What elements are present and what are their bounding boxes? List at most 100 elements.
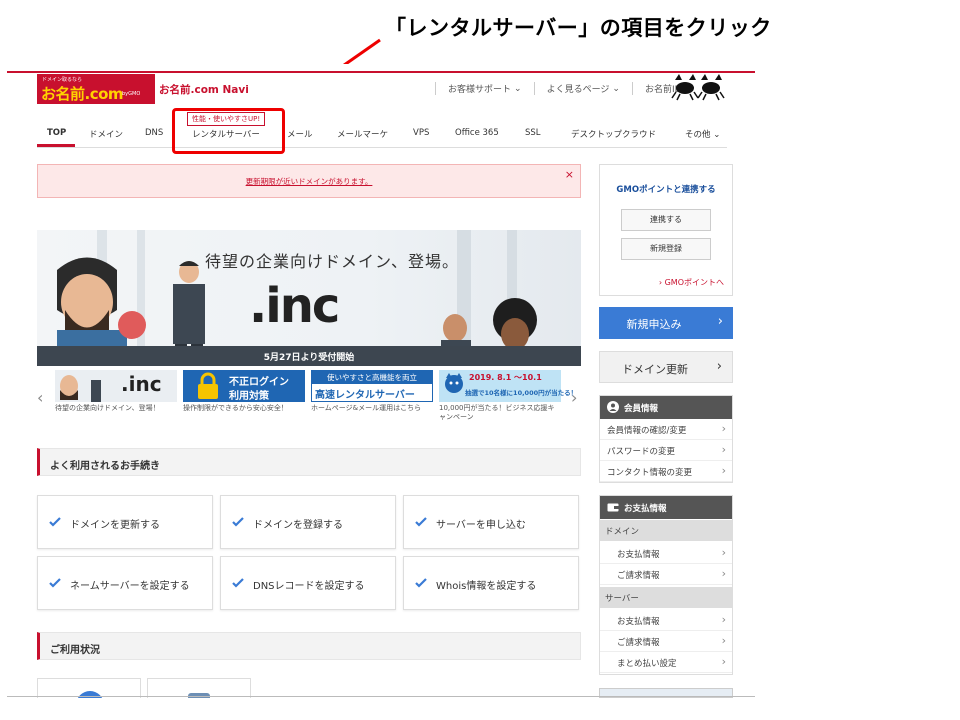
logo-tagline: ドメイン取るなら — [42, 77, 83, 83]
set-dns-record-button[interactable]: DNSレコードを設定する — [220, 556, 396, 610]
thumb-server-line1: 使いやすさと高機能を両立 — [312, 371, 432, 384]
carousel-caption-inc: 待望の企業向けドメイン、登場！ — [55, 404, 160, 412]
nav-more[interactable]: その他 ⌄ — [685, 128, 720, 140]
usage-heading-text: ご利用状況 — [50, 645, 100, 656]
nav-domain[interactable]: ドメイン — [89, 128, 123, 140]
register-domain-button[interactable]: ドメインを登録する — [220, 495, 396, 549]
gmo-link-button[interactable]: 連携する — [621, 209, 711, 231]
check-icon — [232, 578, 244, 588]
hero-date-band: 5月27日より受付開始 — [37, 346, 581, 366]
top-red-rule — [7, 71, 755, 73]
cat-mascot-icon — [445, 373, 463, 393]
user-icon — [607, 401, 619, 413]
nav-dns[interactable]: DNS — [145, 128, 163, 138]
hero-tld: .inc — [249, 278, 340, 334]
chevron-right-icon: › — [721, 443, 726, 456]
renew-domain-button[interactable]: ドメインを更新する — [37, 495, 213, 549]
thumb-campaign-line1: 2019. 8.1 ～10.1 — [469, 373, 542, 382]
nav-mail[interactable]: メール — [287, 128, 313, 140]
nav-vps[interactable]: VPS — [413, 128, 429, 138]
procedures-heading: よく利用されるお手続き — [37, 448, 581, 476]
bulk-payment-settings-link[interactable]: まとめ払い設定 › — [599, 652, 733, 673]
nav-mail-marketing[interactable]: メールマーケ — [337, 128, 388, 140]
wallet-icon — [607, 503, 619, 512]
contact-info-change-link[interactable]: コンタクト情報の変更 › — [599, 461, 733, 482]
gmo-points-title: GMOポイントと連携する — [616, 185, 716, 195]
password-change-link[interactable]: パスワードの変更 › — [599, 440, 733, 461]
carousel-prev-button[interactable]: ‹ — [37, 388, 43, 407]
new-order-button[interactable]: 新規申込み › — [599, 307, 733, 339]
payment-info-heading: お支払情報 — [599, 495, 733, 519]
check-icon — [415, 578, 427, 588]
chevron-right-icon: › — [721, 464, 726, 477]
domain-renew-button[interactable]: ドメイン更新 › — [599, 351, 733, 383]
domain-payment-info-link[interactable]: お支払情報 › — [599, 543, 733, 564]
renewal-alert-link[interactable]: 更新期限が近いドメインがあります。 — [38, 176, 580, 187]
carousel-thumb-server[interactable]: 使いやすさと高機能を両立 高速レンタルサーバー — [311, 370, 433, 402]
screenshot-frame: ドメイン取るなら お名前.com byGMO お名前.com Navi お客様サ… — [7, 64, 755, 698]
member-info-edit-link[interactable]: 会員情報の確認/変更 › — [599, 419, 733, 440]
member-info-heading: 会員情報 — [599, 395, 733, 419]
logo-wordmark: お名前.com — [41, 85, 124, 103]
logo-gmo: byGMO — [122, 91, 141, 97]
rental-server-highlight — [172, 108, 285, 154]
header-links: お客様サポート ⌄ よく見るページ ⌄ お名前ID — [435, 82, 694, 95]
nav-ssl[interactable]: SSL — [525, 128, 541, 138]
carousel-thumb-inc[interactable]: .inc — [55, 370, 177, 402]
server-billing-info-link[interactable]: ご請求情報 › — [599, 631, 733, 652]
thumb-inc-text: .inc — [121, 372, 162, 396]
chevron-right-icon: › — [721, 567, 726, 580]
check-icon — [232, 517, 244, 527]
thumb-login-line1: 不正ログイン — [229, 377, 289, 388]
check-icon — [49, 517, 61, 527]
nav-active-indicator — [37, 144, 75, 147]
usage-heading: ご利用状況 — [37, 632, 581, 660]
apply-server-button[interactable]: サーバーを申し込む — [403, 495, 579, 549]
close-icon[interactable]: × — [565, 168, 574, 181]
set-nameserver-button[interactable]: ネームサーバーを設定する — [37, 556, 213, 610]
inc-thumb-illustration — [60, 375, 101, 402]
domain-billing-info-link[interactable]: ご請求情報 › — [599, 564, 733, 585]
chevron-right-icon: › — [717, 314, 723, 329]
thumb-login-line2: 利用対策 — [229, 391, 269, 402]
chevron-down-icon: ⌄ — [713, 130, 721, 140]
chevron-right-icon: › — [721, 422, 726, 435]
payment-server-label: サーバー — [599, 587, 733, 608]
chevron-right-icon: › — [721, 546, 726, 559]
header-link-frequent[interactable]: よく見るページ ⌄ — [533, 82, 632, 95]
hero-date-text: 5月27日より受付開始 — [263, 353, 355, 363]
padlock-icon — [198, 372, 218, 399]
usage-card-server[interactable] — [147, 678, 251, 698]
gmo-register-button[interactable]: 新規登録 — [621, 238, 711, 260]
renewal-alert: 更新期限が近いドメインがあります。 × — [37, 164, 581, 198]
chevron-down-icon: ⌄ — [514, 83, 522, 94]
thumb-campaign-line2: 抽選で10名様に10,000円が当たる！ — [465, 389, 578, 397]
main-nav: TOP ドメイン DNS レンタルサーバー メール メールマーケ VPS Off… — [37, 126, 727, 148]
gmo-points-link[interactable]: › GMOポイントへ — [659, 277, 724, 288]
chevron-down-icon: ⌄ — [612, 83, 620, 94]
crab-icons — [671, 74, 725, 101]
chevron-right-icon: › — [716, 359, 722, 374]
instruction-caption: 「レンタルサーバー」の項目をクリック — [385, 16, 772, 40]
usage-card-domain[interactable] — [37, 678, 141, 698]
chevron-right-icon: › — [721, 655, 726, 668]
thumb-server-line2: 高速レンタルサーバー — [315, 390, 415, 401]
check-icon — [49, 578, 61, 588]
nav-desktop-cloud[interactable]: デスクトップクラウド — [571, 128, 656, 140]
check-icon — [415, 517, 427, 527]
hero-title: 待望の企業向けドメイン、登場。 — [205, 252, 460, 271]
server-payment-info-link[interactable]: お支払情報 › — [599, 610, 733, 631]
nav-office365[interactable]: Office 365 — [455, 128, 499, 138]
payment-domain-label: ドメイン — [599, 520, 733, 541]
carousel-caption-campaign: 10,000円が当たる！ビジネス応援キャンペーン — [439, 404, 555, 421]
nav-top[interactable]: TOP — [47, 128, 66, 138]
carousel-thumb-login[interactable]: 不正ログイン 利用対策 — [183, 370, 305, 402]
gmo-points-box: GMOポイントと連携する 連携する 新規登録 › GMOポイントへ — [599, 164, 733, 296]
navi-title: お名前.com Navi — [159, 84, 249, 96]
carousel-thumb-campaign[interactable]: 2019. 8.1 ～10.1 抽選で10名様に10,000円が当たる！ — [439, 370, 577, 402]
onamae-logo[interactable]: ドメイン取るなら お名前.com byGMO — [37, 74, 155, 104]
bottom-rule — [7, 696, 755, 697]
carousel-caption-server: ホームページ&メール運用はこちら — [311, 404, 422, 412]
set-whois-button[interactable]: Whois情報を設定する — [403, 556, 579, 610]
header-link-support[interactable]: お客様サポート ⌄ — [435, 82, 534, 95]
